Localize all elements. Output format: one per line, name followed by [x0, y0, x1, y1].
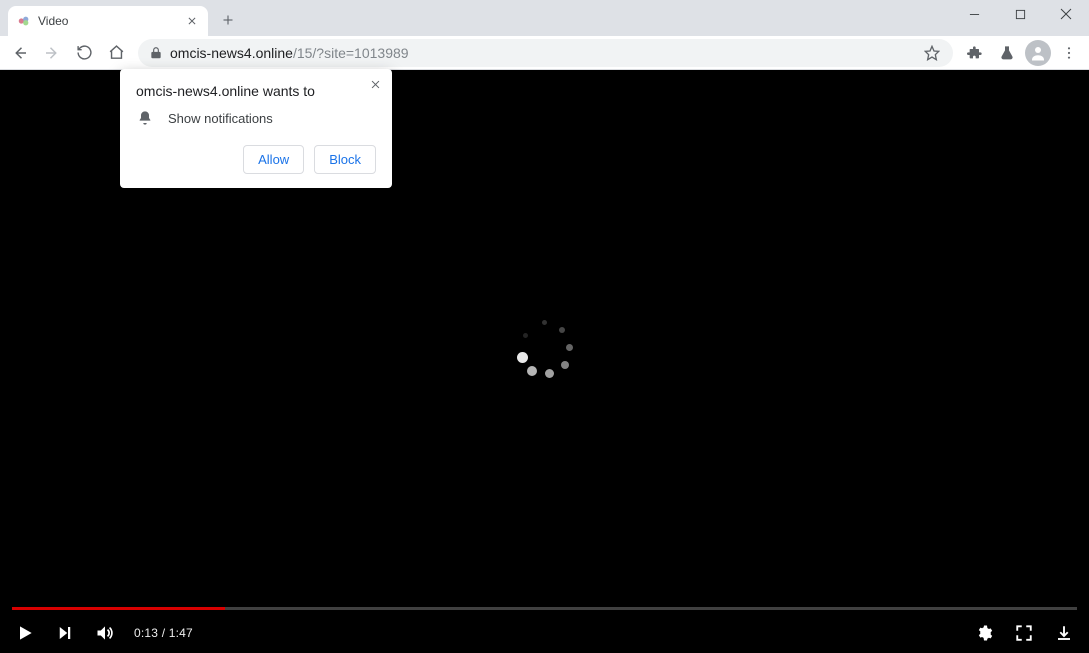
volume-button[interactable]: [94, 622, 116, 644]
dialog-heading: omcis-news4.online wants to: [136, 83, 376, 99]
back-button[interactable]: [6, 39, 34, 67]
loading-spinner: [515, 320, 575, 380]
new-tab-button[interactable]: [214, 6, 242, 34]
progress-played: [12, 607, 225, 610]
allow-button[interactable]: Allow: [243, 145, 304, 174]
minimize-button[interactable]: [951, 0, 997, 28]
reload-button[interactable]: [70, 39, 98, 67]
window-controls: [951, 0, 1089, 36]
maximize-button[interactable]: [997, 0, 1043, 28]
dialog-close-icon[interactable]: [366, 75, 384, 93]
video-controls: 0:13 / 1:47: [0, 607, 1089, 653]
kebab-menu-icon[interactable]: [1055, 39, 1083, 67]
download-button[interactable]: [1053, 622, 1075, 644]
address-bar[interactable]: omcis-news4.online/15/?site=1013989: [138, 39, 953, 67]
tab-strip: Video: [0, 0, 242, 36]
tab-title: Video: [38, 14, 178, 28]
url-text: omcis-news4.online/15/?site=1013989: [170, 45, 409, 61]
home-button[interactable]: [102, 39, 130, 67]
time-display: 0:13 / 1:47: [134, 626, 193, 640]
lock-icon[interactable]: [148, 45, 164, 61]
tab-close-icon[interactable]: [184, 13, 200, 29]
next-button[interactable]: [54, 622, 76, 644]
tab-favicon: [16, 13, 32, 29]
block-button[interactable]: Block: [314, 145, 376, 174]
bookmark-star-icon[interactable]: [921, 39, 943, 67]
progress-bar[interactable]: [12, 607, 1077, 610]
notification-permission-dialog: omcis-news4.online wants to Show notific…: [120, 69, 392, 188]
bell-icon: [136, 109, 154, 127]
browser-toolbar: omcis-news4.online/15/?site=1013989: [0, 36, 1089, 70]
labs-icon[interactable]: [993, 39, 1021, 67]
play-button[interactable]: [14, 622, 36, 644]
settings-gear-icon[interactable]: [973, 622, 995, 644]
profile-avatar[interactable]: [1025, 40, 1051, 66]
browser-tab[interactable]: Video: [8, 6, 208, 36]
forward-button[interactable]: [38, 39, 66, 67]
extensions-icon[interactable]: [961, 39, 989, 67]
window-close-button[interactable]: [1043, 0, 1089, 28]
fullscreen-button[interactable]: [1013, 622, 1035, 644]
titlebar: Video: [0, 0, 1089, 36]
permission-request-text: Show notifications: [168, 111, 273, 126]
